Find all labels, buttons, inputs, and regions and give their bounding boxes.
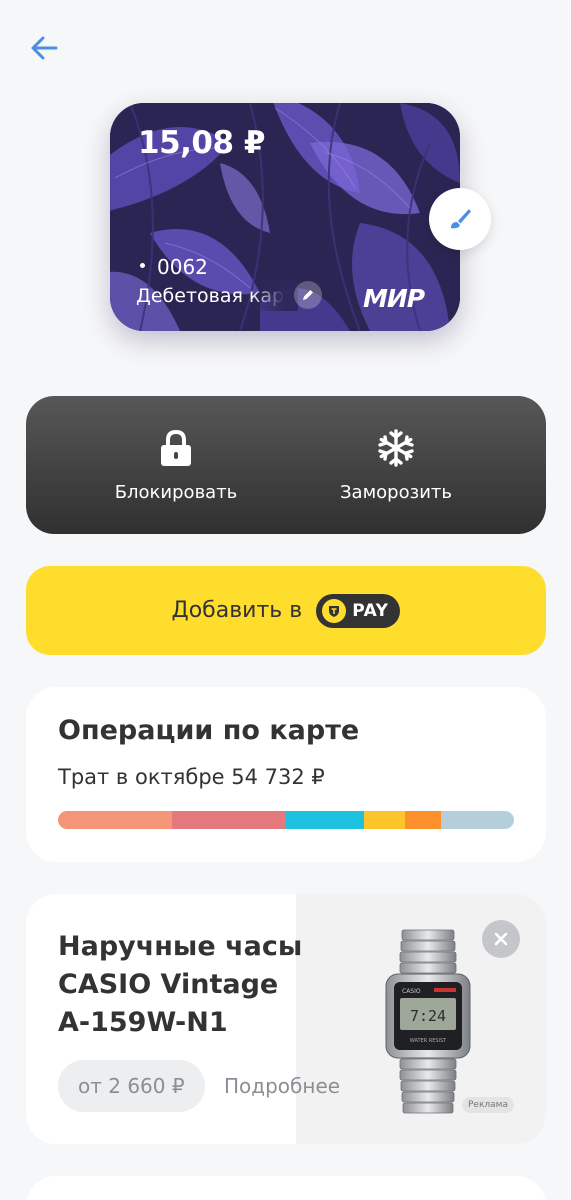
spend-segment bbox=[286, 811, 364, 829]
t-shield-icon bbox=[322, 598, 347, 623]
spending-category-bar bbox=[58, 811, 514, 829]
card-type-fade bbox=[250, 281, 298, 311]
card-actions-panel: Блокировать Заморозить bbox=[26, 396, 546, 534]
spend-segment bbox=[363, 811, 405, 829]
card-number: 0062 bbox=[140, 255, 208, 279]
paint-brush-icon bbox=[451, 209, 471, 229]
add-to-tpay-button[interactable]: Добавить в PAY bbox=[26, 566, 546, 655]
casio-watch-image: 7:24 CASIO WATER RESIST bbox=[385, 929, 471, 1114]
spend-segment bbox=[58, 811, 172, 829]
card-number-digits: 0062 bbox=[157, 255, 208, 279]
operations-spending-summary: Трат в октябре 54 732 ₽ bbox=[58, 765, 325, 789]
ad-more-link[interactable]: Подробнее bbox=[224, 1074, 340, 1098]
block-card-label: Блокировать bbox=[114, 482, 238, 503]
svg-text:7:24: 7:24 bbox=[410, 1007, 446, 1025]
tpay-logo: PAY bbox=[316, 593, 401, 628]
ad-price-button[interactable]: от 2 660 ₽ bbox=[58, 1060, 205, 1112]
ad-label: Реклама bbox=[462, 1097, 514, 1113]
card-balance: 15,08 ₽ bbox=[138, 125, 265, 161]
ad-banner[interactable]: 7:24 CASIO WATER RESIST Наручные часы CA… bbox=[26, 894, 546, 1144]
operations-title: Операции по карте bbox=[58, 715, 360, 746]
back-button[interactable] bbox=[22, 26, 66, 70]
arrow-left-icon bbox=[31, 36, 58, 60]
svg-text:CASIO: CASIO bbox=[402, 988, 421, 995]
close-icon bbox=[494, 932, 508, 946]
snowflake-icon bbox=[378, 429, 414, 467]
card-details-screen: 15,08 ₽ 0062 Дебетовая карта МИР bbox=[0, 0, 571, 1200]
ad-product-title: Наручные часы CASIO Vintage A-159W-N1 bbox=[58, 931, 303, 1038]
card-operations-widget[interactable]: Операции по карте Трат в октябре 54 732 … bbox=[26, 687, 546, 862]
card-design-button[interactable] bbox=[429, 188, 491, 250]
tpay-logo-text: PAY bbox=[352, 600, 389, 621]
lock-icon bbox=[161, 429, 191, 466]
spend-segment bbox=[441, 811, 514, 829]
ad-close-button[interactable] bbox=[482, 920, 520, 958]
pencil-icon bbox=[303, 290, 313, 300]
next-widget bbox=[26, 1176, 546, 1200]
freeze-card-label: Заморозить bbox=[340, 482, 452, 503]
block-card-button[interactable]: Блокировать bbox=[96, 396, 256, 534]
add-to-tpay-label: Добавить в bbox=[171, 598, 303, 623]
freeze-card-button[interactable]: Заморозить bbox=[326, 396, 466, 534]
bank-card[interactable]: 15,08 ₽ 0062 Дебетовая карта МИР bbox=[110, 103, 460, 331]
spend-segment bbox=[172, 811, 286, 829]
payment-system-logo: МИР bbox=[363, 284, 425, 313]
rename-card-button[interactable] bbox=[294, 281, 322, 309]
svg-text:WATER RESIST: WATER RESIST bbox=[410, 1038, 447, 1044]
spend-segment bbox=[404, 811, 442, 829]
